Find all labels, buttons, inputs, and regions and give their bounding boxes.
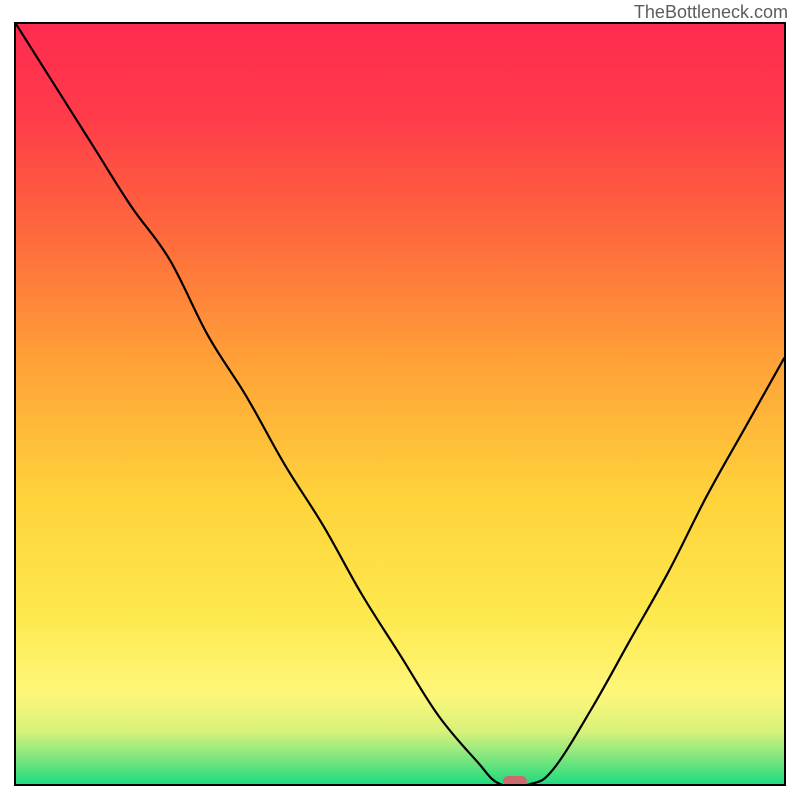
plot-area — [14, 22, 786, 786]
attribution-text: TheBottleneck.com — [634, 2, 788, 23]
bottleneck-curve — [16, 24, 784, 784]
chart-container: TheBottleneck.com — [0, 0, 800, 800]
optimal-marker — [503, 776, 527, 786]
